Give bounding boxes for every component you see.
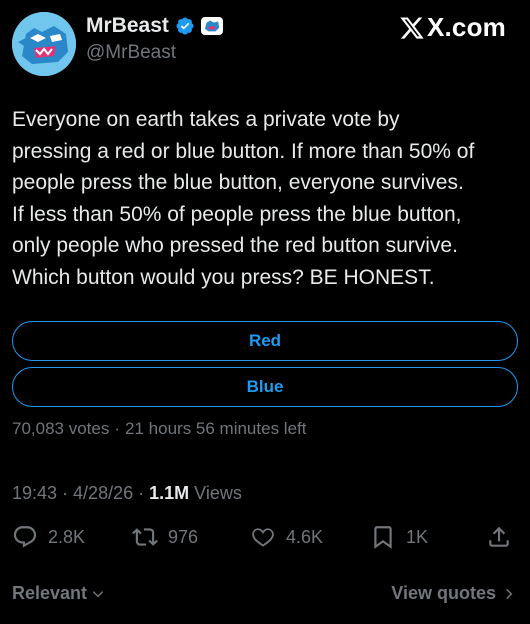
- beast-affiliate-badge-icon[interactable]: [200, 17, 223, 35]
- brand-text: X.com: [426, 12, 506, 42]
- bookmark-icon: [374, 526, 392, 549]
- repost-icon: [132, 528, 158, 546]
- tweet-time[interactable]: 19:43: [12, 483, 57, 504]
- avatar[interactable]: [12, 12, 76, 76]
- share-icon: [489, 526, 509, 547]
- view-quotes-label: View quotes: [391, 583, 496, 603]
- bookmark-button[interactable]: 1K: [370, 524, 428, 550]
- like-count: 4.6K: [286, 526, 324, 547]
- views-label: Views: [194, 483, 242, 503]
- chevron-right-icon: [506, 588, 513, 599]
- poll-votes: 70,083 votes: [12, 419, 110, 438]
- reply-count: 2.8K: [48, 526, 86, 547]
- separator: ·: [62, 483, 69, 503]
- share-button[interactable]: [486, 524, 512, 550]
- repost-count: 976: [168, 526, 199, 547]
- poll-option-red[interactable]: Red: [12, 321, 518, 361]
- beast-panther-avatar: [12, 12, 76, 76]
- tweet-date[interactable]: 4/28/26: [73, 483, 133, 504]
- reply-icon: [13, 526, 37, 548]
- heart-icon: [252, 528, 274, 547]
- like-button[interactable]: 4.6K: [250, 524, 323, 550]
- tweet-text: Everyone on earth takes a private vote b…: [12, 108, 475, 289]
- author-display-name[interactable]: MrBeast: [86, 14, 169, 38]
- separator: ·: [114, 419, 121, 438]
- brand-logo: X.com: [399, 12, 506, 43]
- view-quotes-link[interactable]: View quotes: [391, 583, 516, 604]
- verified-badge-icon: [176, 17, 194, 35]
- author-name-row: MrBeast: [86, 14, 223, 38]
- action-bar: 2.8K 976 4.6K 1K: [12, 524, 518, 558]
- poll-meta: 70,083 votes · 21 hours 56 minutes left: [12, 419, 306, 439]
- poll-option-label: Blue: [246, 377, 284, 396]
- tweet-meta: 19:43 · 4/28/26 · 1.1M Views: [12, 483, 242, 504]
- views-count: 1.1M: [149, 483, 190, 503]
- separator: ·: [138, 483, 145, 503]
- x-logo-icon: [400, 16, 424, 39]
- poll-option-blue[interactable]: Blue: [12, 367, 518, 407]
- author-handle[interactable]: @MrBeast: [86, 42, 176, 64]
- chevron-down-icon: [92, 590, 104, 597]
- reply-button[interactable]: 2.8K: [12, 524, 85, 550]
- repost-button[interactable]: 976: [132, 524, 198, 550]
- sort-label: Relevant: [12, 583, 88, 603]
- poll-option-label: Red: [248, 331, 282, 350]
- sort-replies-dropdown[interactable]: Relevant: [12, 583, 105, 604]
- bookmark-count: 1K: [406, 526, 429, 547]
- poll-time-left: 21 hours 56 minutes left: [125, 419, 307, 438]
